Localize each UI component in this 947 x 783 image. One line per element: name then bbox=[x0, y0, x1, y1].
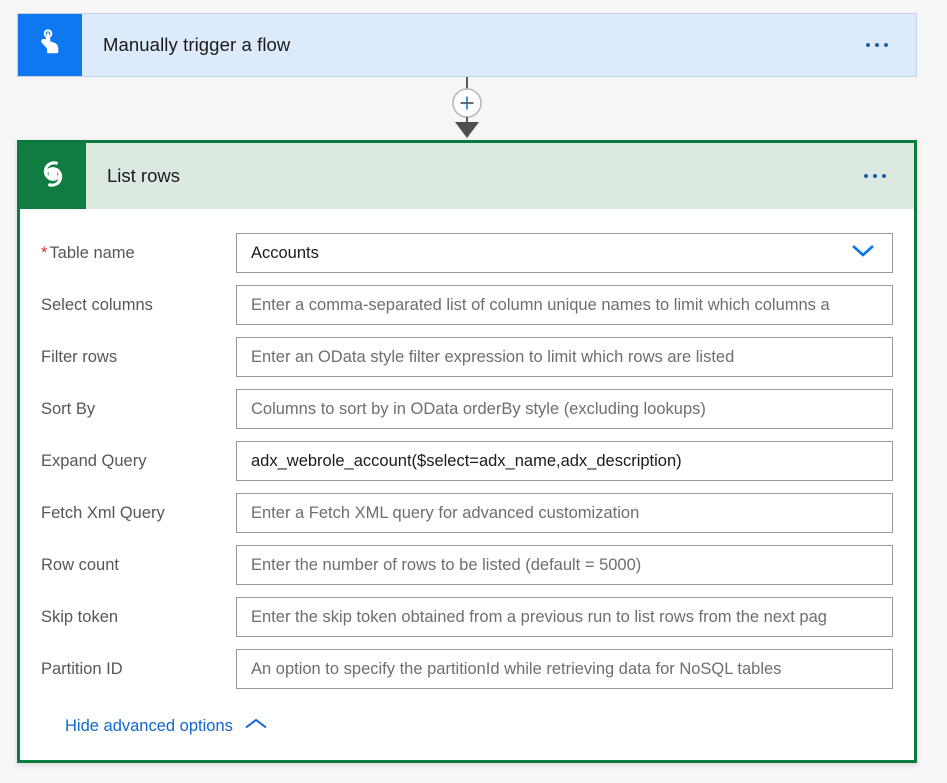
plus-circle-icon bbox=[452, 88, 482, 118]
ellipsis-dot-icon bbox=[866, 43, 870, 47]
field-row-table-name: * Table name Accounts bbox=[41, 227, 893, 279]
field-row-fetch-xml-query: Fetch Xml Query Enter a Fetch XML query … bbox=[41, 487, 893, 539]
fetch-xml-query-input[interactable]: Enter a Fetch XML query for advanced cus… bbox=[236, 493, 893, 533]
expand-query-input[interactable]: adx_webrole_account($select=adx_name,adx… bbox=[236, 441, 893, 481]
list-rows-action-card[interactable]: List rows * Table name Accounts Select c… bbox=[17, 140, 917, 763]
field-label-skip-token: Skip token bbox=[41, 607, 119, 626]
ellipsis-dot-icon bbox=[873, 174, 877, 178]
ellipsis-dot-icon bbox=[882, 174, 886, 178]
row-count-input[interactable]: Enter the number of rows to be listed (d… bbox=[236, 545, 893, 585]
expand-query-value: adx_webrole_account($select=adx_name,adx… bbox=[251, 451, 682, 470]
sort-by-input[interactable]: Columns to sort by in OData orderBy styl… bbox=[236, 389, 893, 429]
hide-advanced-options-label[interactable]: Hide advanced options bbox=[65, 717, 233, 736]
partition-id-input[interactable]: An option to specify the partitionId whi… bbox=[236, 649, 893, 689]
field-row-partition-id: Partition ID An option to specify the pa… bbox=[41, 643, 893, 695]
trigger-card[interactable]: Manually trigger a flow bbox=[17, 13, 917, 77]
action-icon-container bbox=[20, 143, 86, 209]
field-label-fetch-xml-query: Fetch Xml Query bbox=[41, 503, 165, 522]
action-card-header[interactable]: List rows bbox=[20, 143, 914, 209]
action-more-options-button[interactable] bbox=[864, 143, 914, 209]
required-indicator: * bbox=[41, 243, 48, 262]
field-row-row-count: Row count Enter the number of rows to be… bbox=[41, 539, 893, 591]
field-row-sort-by: Sort By Columns to sort by in OData orde… bbox=[41, 383, 893, 435]
sort-by-placeholder: Columns to sort by in OData orderBy styl… bbox=[251, 399, 706, 418]
trigger-more-options-button[interactable] bbox=[866, 14, 916, 76]
chevron-up-icon[interactable] bbox=[244, 717, 268, 736]
select-columns-input[interactable]: Enter a comma-separated list of column u… bbox=[236, 285, 893, 325]
trigger-title: Manually trigger a flow bbox=[103, 34, 291, 55]
partition-id-placeholder: An option to specify the partitionId whi… bbox=[251, 659, 782, 678]
field-label-filter-rows: Filter rows bbox=[41, 347, 118, 366]
table-name-value: Accounts bbox=[251, 243, 319, 262]
chevron-down-icon[interactable] bbox=[850, 243, 876, 264]
field-row-skip-token: Skip token Enter the skip token obtained… bbox=[41, 591, 893, 643]
field-label-row-count: Row count bbox=[41, 555, 119, 574]
select-columns-placeholder: Enter a comma-separated list of column u… bbox=[251, 295, 830, 314]
action-card-title: List rows bbox=[107, 165, 180, 186]
table-name-dropdown[interactable]: Accounts bbox=[236, 233, 893, 273]
skip-token-input[interactable]: Enter the skip token obtained from a pre… bbox=[236, 597, 893, 637]
ellipsis-dot-icon bbox=[875, 43, 879, 47]
field-label-expand-query: Expand Query bbox=[41, 451, 147, 470]
field-label-table-name: * Table name bbox=[41, 243, 135, 262]
field-row-filter-rows: Filter rows Enter an OData style filter … bbox=[41, 331, 893, 383]
field-label-partition-id: Partition ID bbox=[41, 659, 123, 678]
ellipsis-dot-icon bbox=[864, 174, 868, 178]
field-row-expand-query: Expand Query adx_webrole_account($select… bbox=[41, 435, 893, 487]
hide-advanced-options-toggle[interactable]: Hide advanced options bbox=[41, 695, 893, 736]
tap-hand-icon bbox=[33, 26, 67, 65]
action-card-body: * Table name Accounts Select columns Ente… bbox=[20, 209, 914, 736]
field-row-select-columns: Select columns Enter a comma-separated l… bbox=[41, 279, 893, 331]
field-label-sort-by: Sort By bbox=[41, 399, 96, 418]
trigger-icon-container bbox=[18, 14, 82, 76]
dataverse-icon bbox=[33, 154, 73, 199]
fetch-xml-query-placeholder: Enter a Fetch XML query for advanced cus… bbox=[251, 503, 640, 522]
flow-connector bbox=[446, 77, 488, 140]
filter-rows-placeholder: Enter an OData style filter expression t… bbox=[251, 347, 735, 366]
row-count-placeholder: Enter the number of rows to be listed (d… bbox=[251, 555, 642, 574]
field-label-select-columns: Select columns bbox=[41, 295, 153, 314]
filter-rows-input[interactable]: Enter an OData style filter expression t… bbox=[236, 337, 893, 377]
ellipsis-dot-icon bbox=[884, 43, 888, 47]
skip-token-placeholder: Enter the skip token obtained from a pre… bbox=[251, 607, 827, 626]
